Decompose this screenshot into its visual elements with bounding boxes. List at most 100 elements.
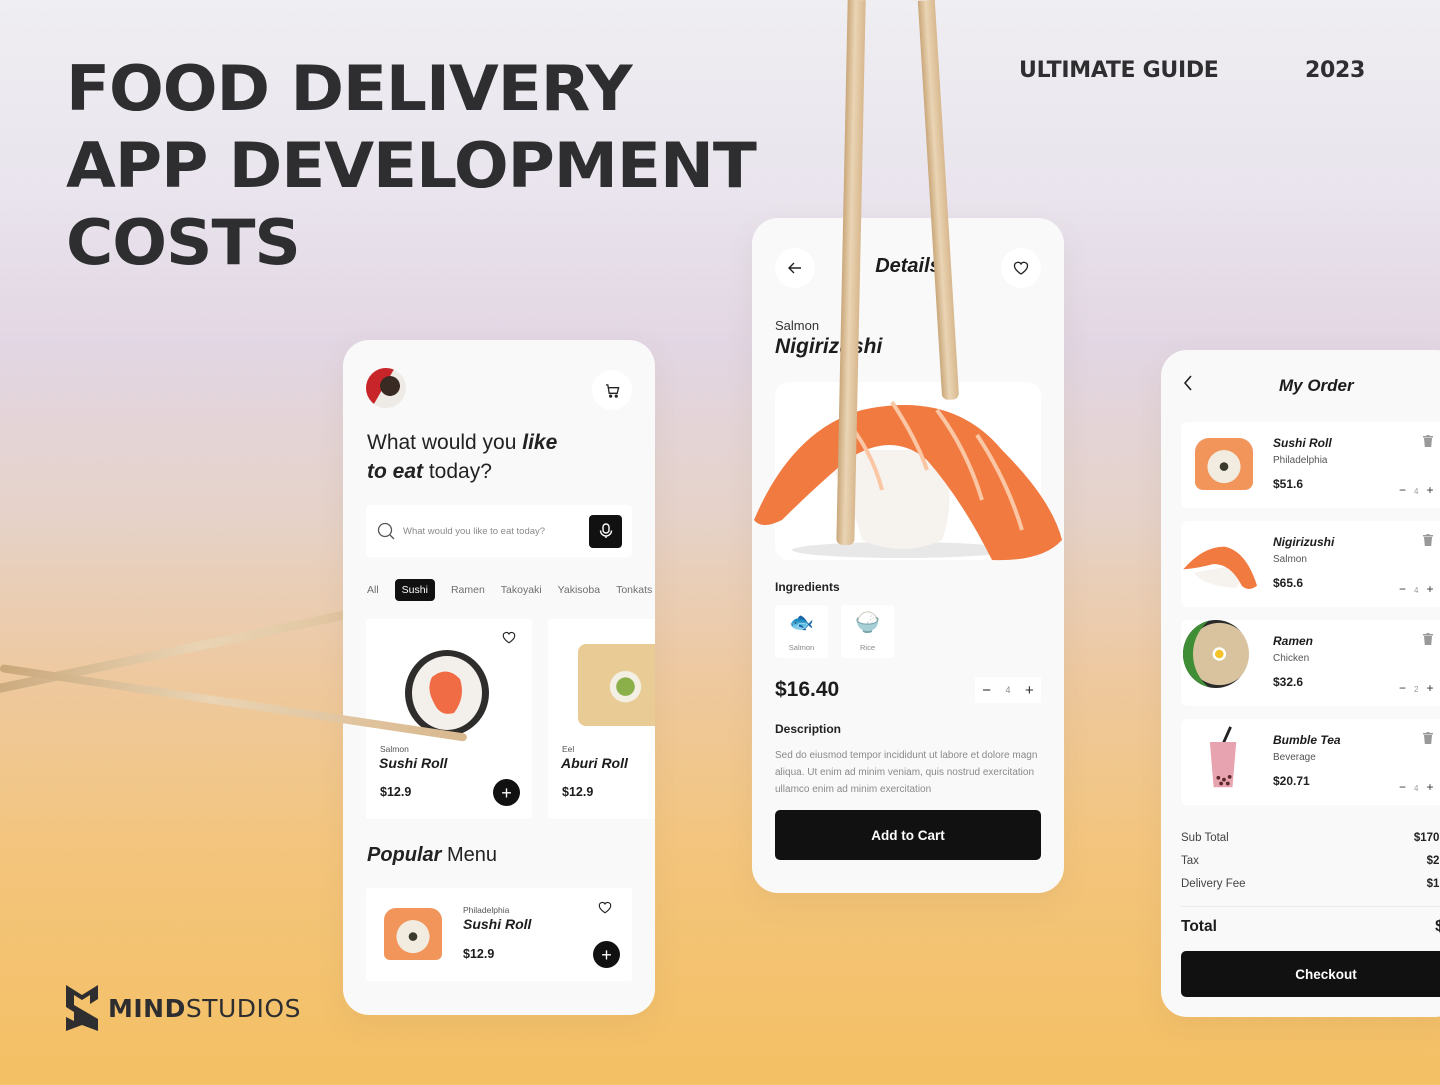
summary-label: Tax <box>1181 855 1199 867</box>
fish-icon: 🐟 <box>789 612 814 634</box>
tab-all[interactable]: All <box>367 584 379 596</box>
trash-icon <box>1423 633 1433 645</box>
quantity-stepper: −4 + <box>1399 780 1433 794</box>
summary-label: Sub Total <box>1181 832 1229 844</box>
card-title: Aburi Roll <box>561 755 628 771</box>
order-item[interactable]: Sushi Roll Philadelphia $51.6 −4 + <box>1181 422 1440 508</box>
brand-name-bold: MIND <box>108 993 186 1023</box>
increment-button[interactable]: + <box>1426 483 1433 497</box>
summary-label: Delivery Fee <box>1181 878 1246 890</box>
cart-icon <box>605 383 619 398</box>
aburi-roll-image <box>578 644 655 726</box>
card-price: $12.9 <box>380 785 412 799</box>
cart-button[interactable] <box>592 370 632 410</box>
item-title: Sushi Roll <box>463 916 532 932</box>
favorite-button[interactable] <box>1001 248 1041 288</box>
bubble-tea-image <box>1209 726 1237 788</box>
category-tabs: All Sushi Ramen Takoyaki Yakisoba Tonkat… <box>367 579 655 601</box>
favorite-button[interactable] <box>502 631 516 649</box>
guide-label: ULTIMATE GUIDE <box>1019 58 1219 83</box>
popular-menu-heading: Popular Menu <box>367 844 497 867</box>
sushi-roll-image <box>1195 438 1253 490</box>
chevron-left-icon <box>1183 375 1192 391</box>
greeting-heading: What would you like to eat today? <box>367 428 557 486</box>
tab-ramen[interactable]: Ramen <box>451 584 485 596</box>
item-price: $65.6 <box>1273 576 1304 590</box>
dish-subtitle: Salmon <box>775 318 820 333</box>
heart-icon <box>598 901 612 914</box>
ingredient-chip[interactable]: 🐟 Salmon <box>775 605 828 658</box>
delete-button[interactable] <box>1423 434 1433 452</box>
plus-icon: + <box>601 944 612 965</box>
order-item[interactable]: Nigirizushi Salmon $65.6 −4 + <box>1181 521 1440 607</box>
food-card[interactable]: Salmon Sushi Roll $12.9 + <box>366 619 532 819</box>
card-price: $12.9 <box>562 785 594 799</box>
increment-button[interactable]: + <box>1426 582 1433 596</box>
add-to-cart-button[interactable]: Add to Cart <box>775 810 1041 860</box>
summary-value: $1.5 <box>1426 878 1440 890</box>
order-item[interactable]: Bumble Tea Beverage $20.71 −4 + <box>1181 719 1440 805</box>
popular-item[interactable]: Philadelphia Sushi Roll $12.9 + <box>366 888 632 981</box>
favorite-button[interactable] <box>598 901 612 919</box>
greeting-text: What would you <box>367 431 523 454</box>
order-item[interactable]: Ramen Chicken $32.6 −2 + <box>1181 620 1440 706</box>
hero-title-line: APP DEVELOPMENT <box>66 129 757 202</box>
delete-button[interactable] <box>1423 632 1433 650</box>
rice-icon: 🍚 <box>855 612 880 634</box>
increment-button[interactable]: + <box>1426 780 1433 794</box>
screen-title: My Order <box>1279 376 1354 395</box>
quantity-value: 4 <box>1414 586 1419 595</box>
item-price: $20.71 <box>1273 774 1310 788</box>
decrement-button[interactable]: − <box>1399 582 1406 596</box>
total-row: Total $17 <box>1181 918 1440 936</box>
tab-sushi[interactable]: Sushi <box>394 579 435 601</box>
checkout-button[interactable]: Checkout <box>1181 951 1440 997</box>
item-price: $32.6 <box>1273 675 1304 689</box>
food-card[interactable]: Eel Aburi Roll $12.9 <box>548 619 655 819</box>
quantity-stepper: − 4 + <box>975 677 1041 703</box>
decrement-button[interactable]: − <box>1399 483 1406 497</box>
increment-button[interactable]: + <box>1426 681 1433 695</box>
greeting-text: today? <box>423 460 492 483</box>
item-subtitle: Beverage <box>1273 752 1316 763</box>
voice-search-button[interactable] <box>589 514 622 548</box>
trash-icon <box>1423 534 1433 546</box>
tab-tonkatsu[interactable]: Tonkats <box>616 584 652 596</box>
back-button[interactable] <box>1183 375 1193 396</box>
item-subtitle: Salmon <box>1273 554 1307 565</box>
greeting-emphasis: to eat <box>367 460 424 483</box>
quantity-stepper: −4 + <box>1399 582 1433 596</box>
tab-yakisoba[interactable]: Yakisoba <box>558 584 600 596</box>
add-button[interactable]: + <box>593 941 620 968</box>
total-label: Total <box>1181 918 1217 935</box>
popular-heading-bold: Popular <box>367 844 442 866</box>
avatar[interactable] <box>366 368 406 408</box>
ramen-image <box>1183 620 1249 688</box>
ingredients-heading: Ingredients <box>775 580 840 594</box>
delete-button[interactable] <box>1423 533 1433 551</box>
decrement-button[interactable]: − <box>1399 681 1406 695</box>
add-button[interactable]: + <box>493 779 520 806</box>
increment-button[interactable]: + <box>1025 682 1034 699</box>
quantity-value: 4 <box>1005 685 1011 695</box>
delete-button[interactable] <box>1423 731 1433 749</box>
hero-title-line: FOOD DELIVERY <box>66 52 633 125</box>
decrement-button[interactable]: − <box>982 682 991 699</box>
ingredient-name: Rice <box>859 643 875 652</box>
brand-logo: MINDSTUDIOS <box>66 985 301 1031</box>
search-input[interactable]: What would you like to eat today? <box>366 505 632 557</box>
description-heading: Description <box>775 722 842 736</box>
quantity-value: 4 <box>1414 784 1419 793</box>
nigirizushi-image <box>1183 546 1257 589</box>
ingredient-chip[interactable]: 🍚 Rice <box>841 605 894 658</box>
decrement-button[interactable]: − <box>1399 780 1406 794</box>
tab-takoyaki[interactable]: Takoyaki <box>501 584 542 596</box>
search-icon <box>377 522 395 540</box>
philadelphia-roll-image <box>384 908 442 960</box>
summary-row: Delivery Fee $1.5 <box>1181 878 1440 890</box>
summary-row: Tax $2.0 <box>1181 855 1440 867</box>
order-screen: My Order Sushi Roll Philadelphia $51.6 −… <box>1161 350 1440 1017</box>
brand-name: MINDSTUDIOS <box>108 994 301 1023</box>
item-name: Ramen <box>1273 634 1314 648</box>
item-price: $51.6 <box>1273 477 1304 491</box>
